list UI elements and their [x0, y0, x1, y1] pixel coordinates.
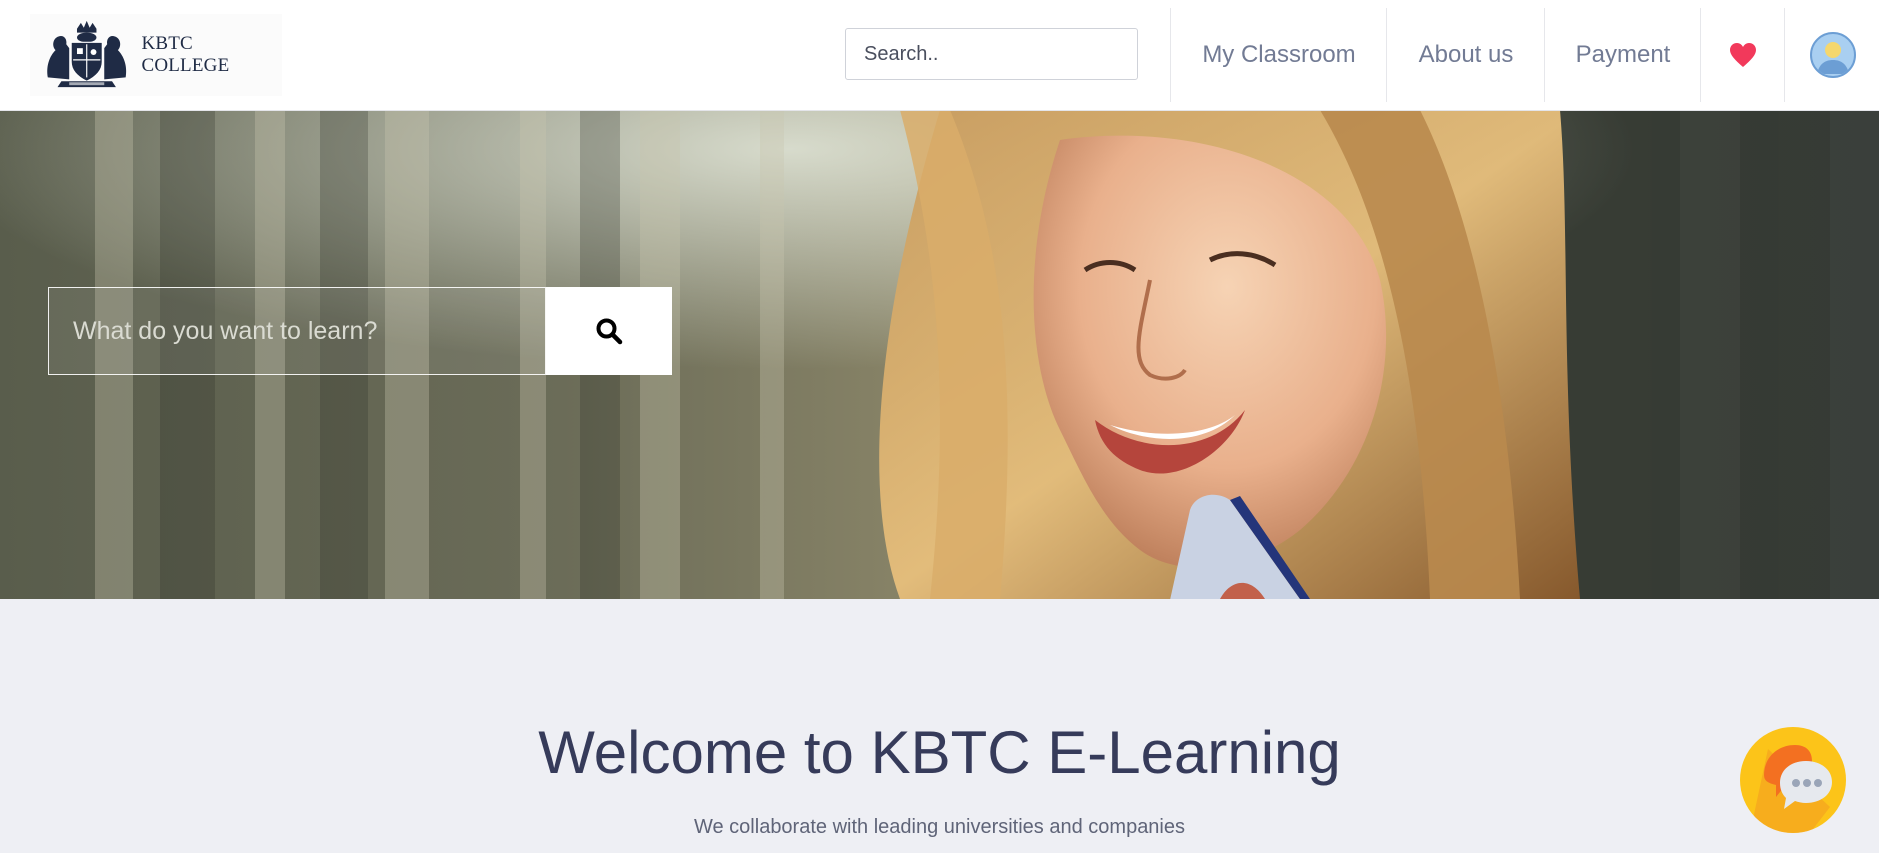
hero-banner: [0, 110, 1879, 599]
search-icon: [596, 318, 623, 345]
search-input[interactable]: [845, 28, 1138, 80]
chat-bubble-icon: [1750, 745, 1832, 833]
nav-link-my-classroom[interactable]: My Classroom: [1170, 8, 1387, 102]
avatar: [1809, 32, 1856, 78]
user-menu-button[interactable]: [1784, 8, 1879, 102]
nav-link-about-us[interactable]: About us: [1386, 8, 1545, 102]
top-navbar: KBTC COLLEGE My Classroom About us Payme…: [0, 0, 1879, 110]
welcome-subtitle: We collaborate with leading universities…: [693, 816, 1185, 838]
heart-icon: [1730, 43, 1756, 67]
logo-text: KBTC COLLEGE: [141, 33, 230, 76]
nav-link-payment[interactable]: Payment: [1544, 8, 1701, 102]
hero-search-bar: [48, 287, 672, 375]
course-search-input[interactable]: [48, 287, 546, 375]
college-logo[interactable]: KBTC COLLEGE: [30, 14, 282, 96]
chat-widget-button[interactable]: [1740, 727, 1846, 833]
user-icon: [1816, 42, 1849, 74]
favorites-button[interactable]: [1700, 8, 1785, 102]
crest-icon: [47, 20, 127, 88]
welcome-title: Welcome to KBTC E-Learning: [538, 719, 1341, 786]
nav-link-label: My Classroom: [1202, 41, 1356, 68]
nav-link-label: Payment: [1575, 41, 1671, 68]
nav-link-label: About us: [1418, 41, 1514, 68]
course-search-button[interactable]: [546, 287, 672, 375]
